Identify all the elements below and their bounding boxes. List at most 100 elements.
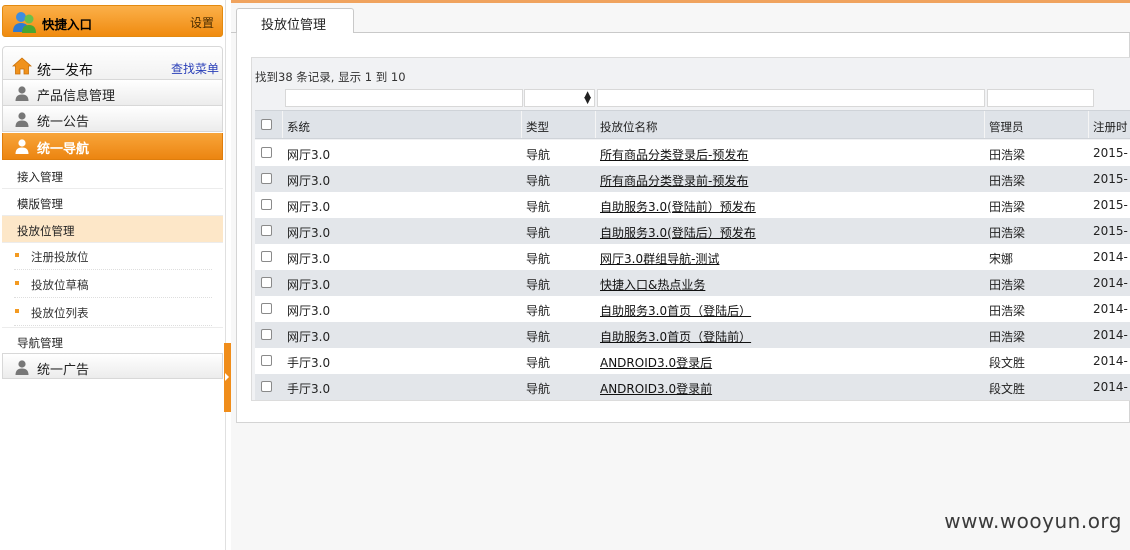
home-icon [12, 57, 32, 75]
cell-admin: 田浩梁 [989, 174, 1026, 188]
cell-admin: 田浩梁 [989, 148, 1026, 162]
column-header-name[interactable]: 投放位名称 [600, 119, 658, 135]
subitem-label: 接入管理 [17, 170, 63, 184]
table-row[interactable]: 网厅3.0 导航 所有商品分类登录前-预发布 田浩梁 2015- [255, 166, 1130, 192]
cell-type: 导航 [526, 174, 551, 188]
cell-name-link[interactable]: 所有商品分类登录后-预发布 [600, 146, 748, 163]
filter-type-select[interactable]: ▲ ▼ [524, 89, 595, 107]
subitem-template-mgmt[interactable]: 模版管理 [2, 189, 223, 216]
cell-name-link[interactable]: ANDROID3.0登录前 [600, 380, 712, 397]
module-announcement[interactable]: 统一公告 [2, 106, 223, 132]
row-checkbox[interactable] [261, 303, 272, 314]
row-checkbox[interactable] [261, 173, 272, 184]
cell-admin: 田浩梁 [989, 226, 1026, 240]
row-checkbox[interactable] [261, 225, 272, 236]
cell-admin: 田浩梁 [989, 200, 1026, 214]
row-checkbox[interactable] [261, 147, 272, 158]
table-row[interactable]: 网厅3.0 导航 自助服务3.0(登陆前）预发布 田浩梁 2015- [255, 192, 1130, 218]
cell-name-link[interactable]: 快捷入口&热点业务 [600, 276, 705, 293]
sidebar-toggle-handle[interactable] [224, 343, 231, 412]
cell-system: 网厅3.0 [287, 200, 331, 214]
cell-type: 导航 [526, 304, 551, 318]
table-row[interactable]: 手厅3.0 导航 ANDROID3.0登录后 段文胜 2014- [255, 348, 1130, 374]
select-all-checkbox[interactable] [261, 119, 272, 130]
cell-name-link[interactable]: 自助服务3.0(登陆后）预发布 [600, 224, 756, 241]
cell-date: 2015- [1093, 146, 1128, 160]
table-row[interactable]: 网厅3.0 导航 所有商品分类登录后-预发布 田浩梁 2015- [255, 140, 1130, 166]
cell-admin: 田浩梁 [989, 304, 1026, 318]
filter-admin-input[interactable] [987, 89, 1094, 107]
collapse-arrow-icon [225, 373, 229, 381]
cell-name-link[interactable]: 所有商品分类登录前-预发布 [600, 172, 748, 189]
table-row[interactable]: 网厅3.0 导航 自助服务3.0(登陆后）预发布 田浩梁 2015- [255, 218, 1130, 244]
publish-title: 统一发布 [37, 63, 93, 79]
cell-date: 2014- [1093, 276, 1128, 290]
user-icon [15, 139, 29, 154]
cell-type: 导航 [526, 226, 551, 240]
filter-name-input[interactable] [597, 89, 985, 107]
subitem-placement-mgmt[interactable]: 投放位管理 [2, 216, 223, 243]
tab-label: 投放位管理 [261, 18, 327, 33]
column-header-type[interactable]: 类型 [526, 119, 549, 135]
quick-entry-title: 快捷入口 [42, 17, 93, 32]
cell-name-link[interactable]: 自助服务3.0首页（登陆后） [600, 302, 751, 319]
column-divider [595, 111, 596, 138]
row-checkbox[interactable] [261, 329, 272, 340]
row-checkbox[interactable] [261, 199, 272, 210]
row-checkbox[interactable] [261, 355, 272, 366]
cell-system: 网厅3.0 [287, 278, 331, 292]
module-product-info[interactable]: 产品信息管理 [2, 80, 223, 106]
column-divider [984, 111, 985, 138]
cell-type: 导航 [526, 278, 551, 292]
row-checkbox[interactable] [261, 381, 272, 392]
cell-name-link[interactable]: 网厅3.0群组导航-测试 [600, 250, 719, 267]
users-icon [13, 12, 36, 33]
filter-system-input[interactable] [285, 89, 523, 107]
module-navigation[interactable]: 统一导航 [2, 133, 223, 160]
module-label: 产品信息管理 [37, 89, 116, 104]
cell-name-link[interactable]: 自助服务3.0首页（登陆前） [600, 328, 751, 345]
table-row[interactable]: 网厅3.0 导航 自助服务3.0首页（登陆前） 田浩梁 2014- [255, 322, 1130, 348]
subitem-access-mgmt[interactable]: 接入管理 [2, 162, 223, 189]
table-row[interactable]: 手厅3.0 导航 ANDROID3.0登录前 段文胜 2014- [255, 374, 1130, 400]
column-header-reg-time[interactable]: 注册时 [1093, 119, 1128, 135]
cell-type: 导航 [526, 252, 551, 266]
column-divider [1088, 111, 1089, 138]
table-row[interactable]: 网厅3.0 导航 快捷入口&热点业务 田浩梁 2014- [255, 270, 1130, 296]
tab-placement-mgmt[interactable]: 投放位管理 [236, 8, 354, 35]
subitem-nav-mgmt[interactable]: 导航管理 [2, 327, 223, 354]
subitem-label: 导航管理 [17, 336, 63, 350]
cell-admin: 宋娜 [989, 252, 1014, 266]
cell-date: 2014- [1093, 302, 1128, 316]
leaf-placement-list[interactable]: 投放位列表 [14, 298, 212, 326]
cell-date: 2014- [1093, 354, 1128, 368]
cell-date: 2014- [1093, 328, 1128, 342]
user-icon [15, 360, 29, 375]
content-panel: 找到38 条记录, 显示 1 到 10 ▲▼ 系统 类型 投放位名称 管理员 [236, 33, 1130, 423]
module-label: 统一公告 [37, 115, 90, 130]
cell-name-link[interactable]: ANDROID3.0登录后 [600, 354, 712, 371]
cell-type: 导航 [526, 148, 551, 162]
cell-name-link[interactable]: 自助服务3.0(登陆前）预发布 [600, 198, 756, 215]
row-checkbox[interactable] [261, 277, 272, 288]
records-info: 找到38 条记录, 显示 1 到 10 [255, 70, 406, 84]
cell-admin: 段文胜 [989, 356, 1026, 370]
column-divider [282, 111, 283, 138]
table-row[interactable]: 网厅3.0 导航 网厅3.0群组导航-测试 宋娜 2014- [255, 244, 1130, 270]
find-menu-link[interactable]: 查找菜单 [171, 60, 219, 77]
cell-system: 网厅3.0 [287, 252, 331, 266]
cell-type: 导航 [526, 382, 551, 396]
column-header-system[interactable]: 系统 [287, 119, 310, 135]
row-checkbox[interactable] [261, 251, 272, 262]
column-header-admin[interactable]: 管理员 [989, 119, 1024, 135]
leaf-label: 投放位列表 [31, 306, 89, 320]
watermark-text: www.wooyun.org [944, 509, 1122, 533]
cell-system: 手厅3.0 [287, 356, 331, 370]
settings-link[interactable]: 设置 [190, 14, 214, 31]
table-header: 系统 类型 投放位名称 管理员 注册时 [255, 110, 1130, 139]
leaf-placement-drafts[interactable]: 投放位草稿 [14, 270, 212, 298]
table-row[interactable]: 网厅3.0 导航 自助服务3.0首页（登陆后） 田浩梁 2014- [255, 296, 1130, 322]
cell-system: 手厅3.0 [287, 382, 331, 396]
leaf-register-placement[interactable]: 注册投放位 [14, 242, 212, 270]
module-advertising[interactable]: 统一广告 [2, 353, 223, 379]
